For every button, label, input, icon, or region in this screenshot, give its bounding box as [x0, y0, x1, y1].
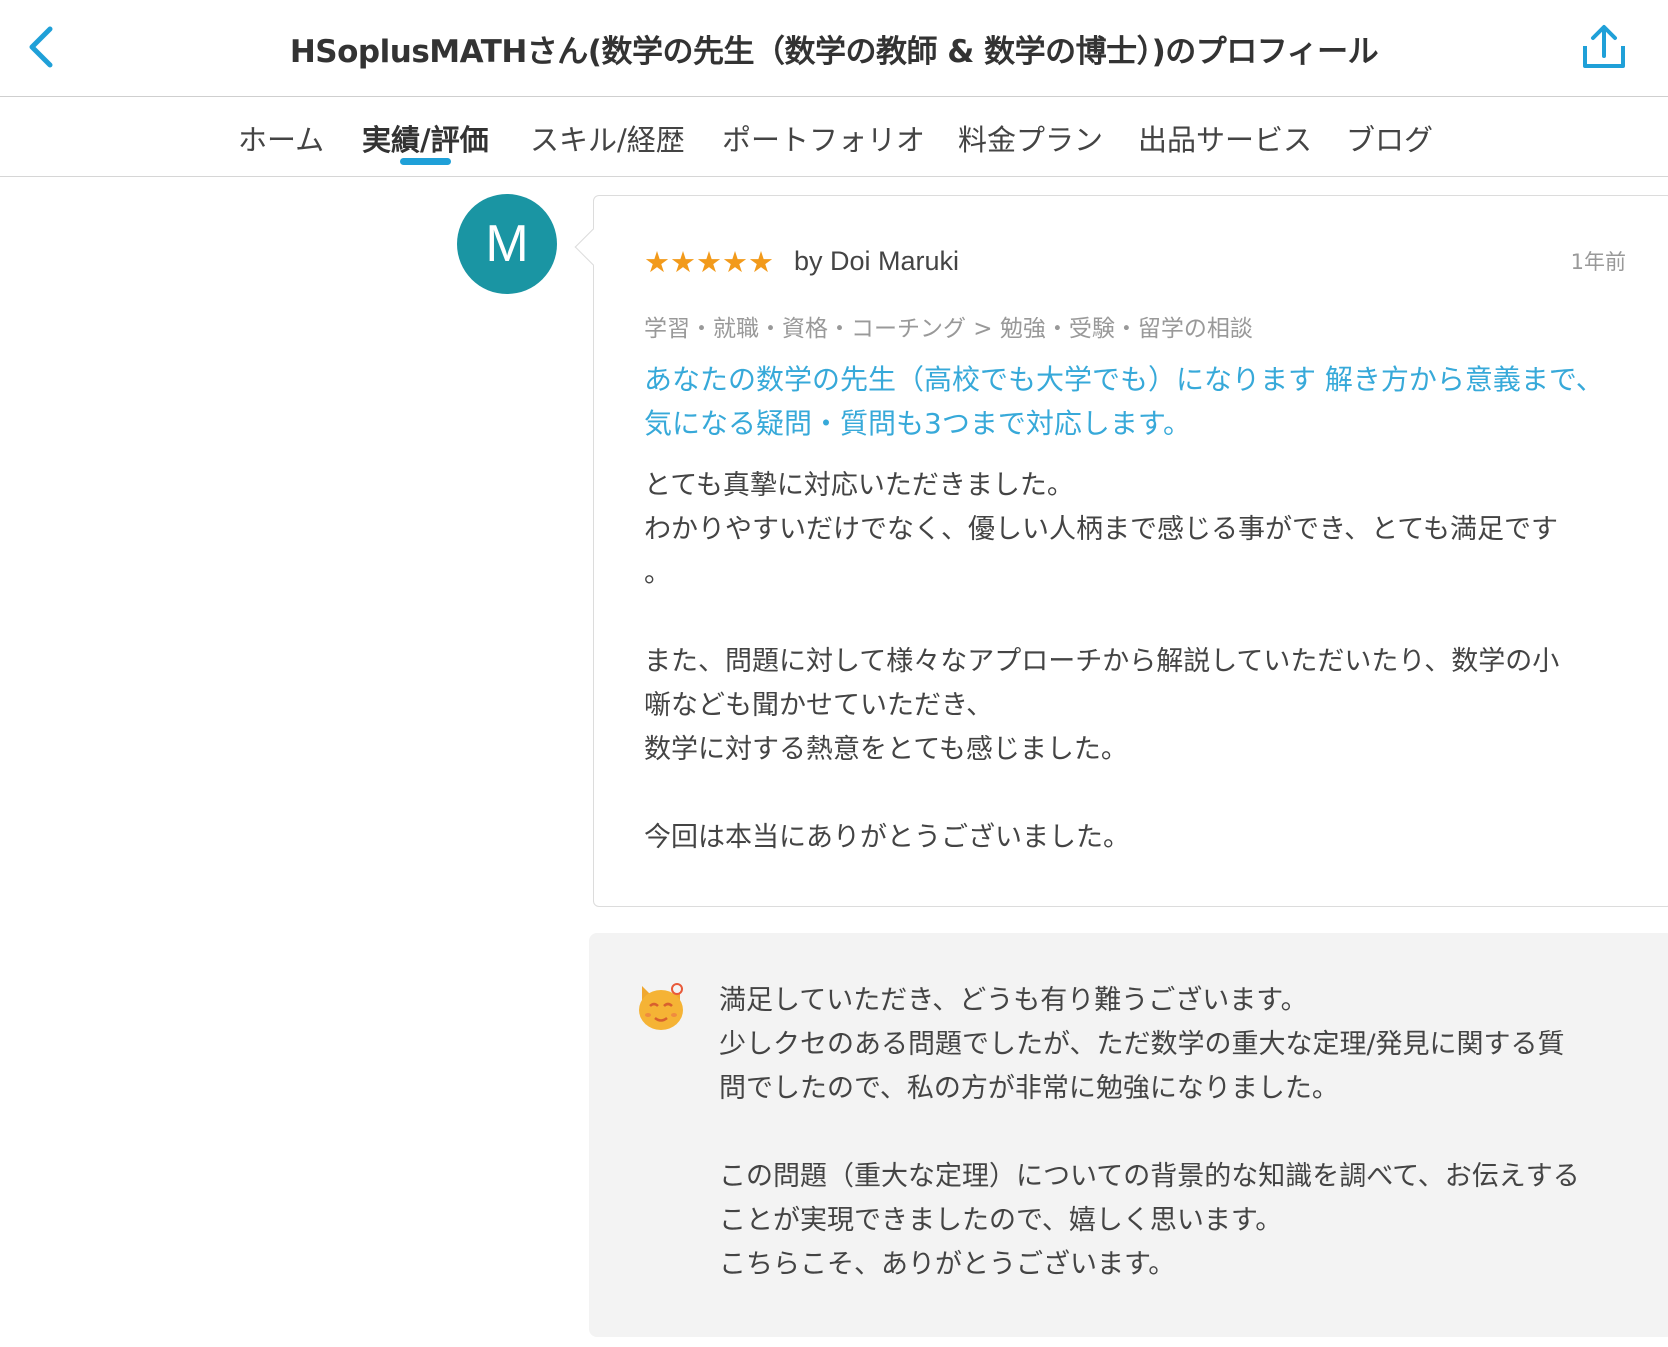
tab-pricing-plans[interactable]: 料金プラン [958, 98, 1103, 177]
review-line: 数学に対する熱意をとても感じました。 [644, 734, 1128, 765]
seller-reply: 満足していただき、どうも有り難うございます。 少しクセのある問題でしたが、ただ数… [589, 933, 1668, 1337]
reply-line: ことが実現できましたので、嬉しく思います。 [719, 1205, 1283, 1236]
review-line: わかりやすいだけでなく、優しい人柄まで感じる事ができ、とても満足です [644, 514, 1558, 545]
share-button[interactable] [1578, 22, 1630, 72]
reply-line: この問題（重大な定理）についての背景的な知識を調べて、お伝えする [719, 1161, 1580, 1192]
reviewer-avatar[interactable]: M [457, 194, 557, 294]
active-tab-indicator [400, 158, 451, 165]
review-line [644, 772, 1614, 816]
header: HSoplusMATHさん(数学の先生（数学の教師 & 数学の博士）)のプロフィ… [0, 0, 1668, 97]
tab-results-reviews[interactable]: 実績/評価 [362, 98, 489, 177]
review-text: とても真摯に対応いただきました。 わかりやすいだけでなく、優しい人柄まで感じる事… [644, 464, 1614, 860]
service-category: 学習・就職・資格・コーチング > 勉強・受験・留学の相談 [644, 316, 1253, 342]
service-title-link[interactable]: あなたの数学の先生（高校でも大学でも）になります 解き方から意義まで、気になる疑… [644, 358, 1604, 446]
review-line: 今回は本当にありがとうございました。 [644, 822, 1130, 853]
tab-home[interactable]: ホーム [238, 98, 324, 177]
star-rating: ★★★★★ [644, 245, 774, 279]
reply-line [719, 1111, 1619, 1155]
back-button[interactable] [18, 22, 64, 72]
reply-line: 少しクセのある問題でしたが、ただ数学の重大な定理/発見に関する質 [719, 1029, 1565, 1060]
review-line: とても真摯に対応いただきました。 [644, 470, 1074, 501]
tab-skills-career[interactable]: スキル/経歴 [530, 98, 685, 177]
review-line [644, 596, 1614, 640]
review-time: 1年前 [1570, 250, 1626, 274]
reviewer-name: by Doi Maruki [794, 246, 960, 276]
reply-text: 満足していただき、どうも有り難うございます。 少しクセのある問題でしたが、ただ数… [719, 979, 1619, 1287]
seller-cat-avatar-icon[interactable] [636, 980, 686, 1032]
profile-tabs: ホーム 実績/評価 スキル/経歴 ポートフォリオ 料金プラン 出品サービス ブロ… [0, 98, 1668, 177]
review-line: また、問題に対して様々なアプローチから解説していただいたり、数学の小 [644, 646, 1560, 677]
reply-line: 問でしたので、私の方が非常に勉強になりました。 [719, 1073, 1339, 1104]
card-pointer [574, 228, 612, 266]
tab-portfolio[interactable]: ポートフォリオ [722, 98, 925, 177]
tab-services[interactable]: 出品サービス [1138, 98, 1312, 177]
review-line: 。 [644, 558, 671, 589]
chevron-left-icon [29, 26, 53, 68]
review-card: ★★★★★ by Doi Maruki 1年前 学習・就職・資格・コーチング >… [574, 195, 1668, 907]
page-title: HSoplusMATHさん(数学の先生（数学の教師 & 数学の博士）)のプロフィ… [289, 34, 1379, 70]
reply-line: 満足していただき、どうも有り難うございます。 [719, 985, 1308, 1016]
reply-line: こちらこそ、ありがとうございます。 [719, 1249, 1176, 1280]
tab-blog[interactable]: ブログ [1346, 98, 1433, 177]
share-icon [1583, 25, 1625, 68]
review-line: 噺なども聞かせていただき、 [644, 690, 994, 721]
